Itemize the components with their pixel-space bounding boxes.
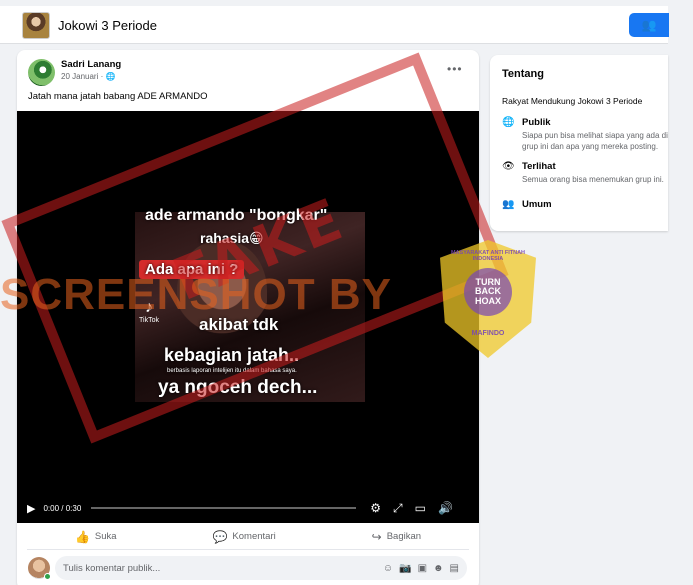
comment-tools: ☺ 📷 ▣ ☻ ▤ xyxy=(383,563,459,574)
group-name[interactable]: Jokowi 3 Periode xyxy=(58,18,157,33)
share-button[interactable]: ↪ Bagikan xyxy=(372,530,421,544)
comment-button[interactable]: 💬 Komentari xyxy=(212,530,275,544)
miniplayer-icon[interactable]: ▭ xyxy=(415,501,426,515)
video-caption-1: ade armando "bongkar" xyxy=(145,207,328,224)
tiktok-logo: ♪ TikTok xyxy=(139,299,159,324)
tiktok-icon: ♪ xyxy=(144,299,153,316)
more-options-button[interactable]: ••• xyxy=(447,62,463,76)
online-status-dot xyxy=(44,573,51,580)
post-date[interactable]: 20 Januari · 🌐 xyxy=(61,72,115,81)
play-icon[interactable]: ▶ xyxy=(27,502,35,515)
people-icon: 👥 xyxy=(502,199,515,210)
avatar[interactable] xyxy=(28,59,55,86)
camera-icon[interactable]: 📷 xyxy=(399,563,411,574)
post-card: Sadri Lanang 20 Januari · 🌐 ••• Jatah ma… xyxy=(17,50,479,585)
group-header: Jokowi 3 Periode 👥 xyxy=(0,6,669,44)
globe-icon: 🌐 xyxy=(105,72,116,81)
video-player[interactable]: ade armando "bongkar" rahasia😁 Ada apa i… xyxy=(17,111,479,523)
post-actions: 👍 Suka 💬 Komentari ↪ Bagikan xyxy=(27,524,469,550)
video-caption-5: kebagian jatah.. xyxy=(164,345,300,365)
comment-icon: 💬 xyxy=(212,529,228,544)
post-text: Jatah mana jatah babang ADE ARMANDO xyxy=(28,91,208,102)
gif-icon[interactable]: ▣ xyxy=(418,563,427,574)
video-caption-2: rahasia😁 xyxy=(200,230,264,246)
comment-placeholder: Tulis komentar publik... xyxy=(63,562,161,574)
emoji-icon[interactable]: ☺ xyxy=(383,563,393,574)
attach-icon[interactable]: ▤ xyxy=(450,563,459,574)
globe-icon: 🌐 xyxy=(502,117,515,128)
eye-icon: 👁 xyxy=(502,161,515,172)
video-caption-3: Ada apa ini ? xyxy=(139,260,245,279)
volume-icon[interactable]: 🔊 xyxy=(438,501,453,515)
people-icon: 👥 xyxy=(641,18,657,32)
general-row: 👥 Umum xyxy=(502,199,552,210)
mafindo-logo-top-text: MASYARAKAT ANTI FITNAH INDONESIA xyxy=(450,250,526,262)
general-label: Umum xyxy=(522,199,552,210)
settings-icon[interactable]: ⚙ xyxy=(370,501,381,515)
author-name[interactable]: Sadri Lanang xyxy=(61,59,121,70)
privacy-row: 🌐 Publik Siapa pun bisa melihat siapa ya… xyxy=(502,117,668,153)
video-time: 0:00 / 0:30 xyxy=(43,503,82,513)
turn-back-hoax-logo: TURN BACK HOAX xyxy=(464,268,512,316)
thumbs-up-icon: 👍 xyxy=(74,529,90,544)
join-group-button[interactable]: 👥 xyxy=(629,13,669,37)
sticker-icon[interactable]: ☻ xyxy=(433,563,444,574)
video-progress-bar[interactable] xyxy=(91,507,357,509)
video-caption-7: ya ngoceh dech... xyxy=(158,377,318,398)
about-title: Tentang xyxy=(502,68,544,80)
video-caption-4: akibat tdk xyxy=(199,315,279,334)
like-button[interactable]: 👍 Suka xyxy=(75,530,117,544)
visibility-description: Semua orang bisa menemukan grup ini. xyxy=(522,175,664,184)
privacy-label: Publik xyxy=(522,117,551,128)
group-description: Rakyat Mendukung Jokowi 3 Periode xyxy=(502,96,643,106)
video-caption-6: berbasis laporan intelijen itu dalam bah… xyxy=(167,368,297,374)
privacy-description: Siapa pun bisa melihat siapa yang ada di… xyxy=(522,131,668,151)
share-icon: ↪ xyxy=(371,529,382,544)
fullscreen-icon[interactable]: ⤢ xyxy=(393,501,403,516)
about-card: Tentang Rakyat Mendukung Jokowi 3 Period… xyxy=(490,55,668,231)
video-controls: ▶ 0:00 / 0:30 ⚙ ⤢ ▭ 🔊 xyxy=(17,493,479,523)
visibility-label: Terlihat xyxy=(522,161,556,172)
visibility-row: 👁 Terlihat Semua orang bisa menemukan gr… xyxy=(502,161,668,186)
group-avatar[interactable] xyxy=(22,12,50,39)
mafindo-logo-bottom-text: MAFINDO xyxy=(471,330,505,337)
comment-input[interactable]: Tulis komentar publik... ☺ 📷 ▣ ☻ ▤ xyxy=(55,556,467,580)
